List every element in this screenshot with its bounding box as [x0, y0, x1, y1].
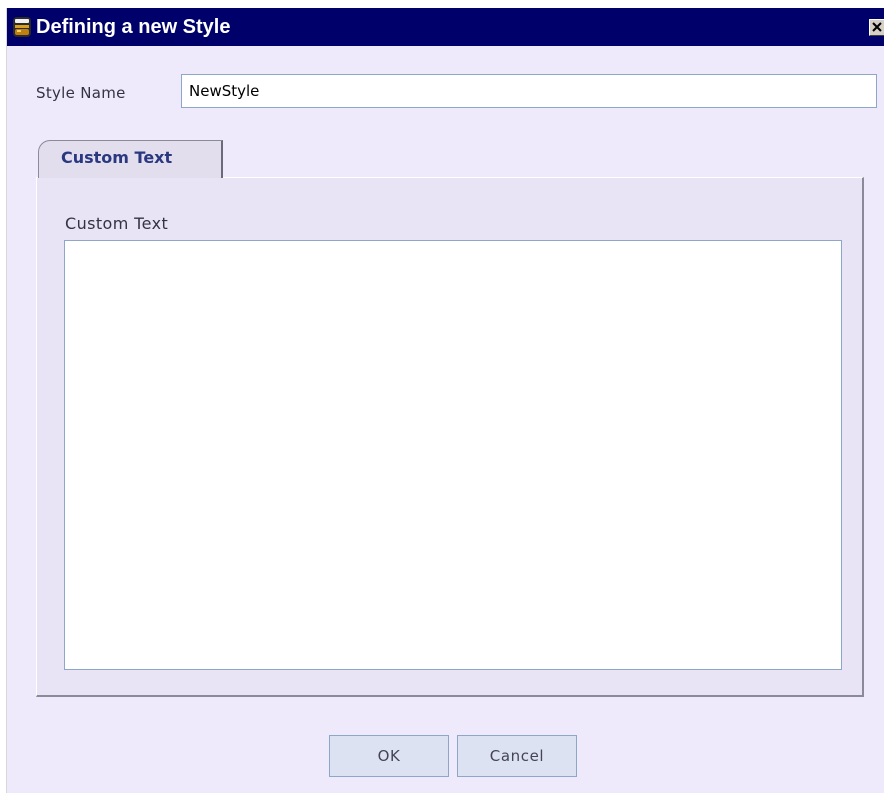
ok-button[interactable]: OK — [329, 735, 449, 777]
title-bar[interactable]: Defining a new Style — [7, 8, 884, 46]
custom-text-panel: Custom Text — [36, 177, 864, 697]
close-button[interactable] — [869, 19, 884, 36]
window-title: Defining a new Style — [36, 16, 231, 38]
custom-text-label: Custom Text — [65, 214, 169, 233]
close-icon — [872, 22, 882, 32]
tab-custom-text[interactable]: Custom Text — [38, 140, 223, 178]
app-jar-icon — [12, 16, 32, 38]
style-dialog: Defining a new Style Style Name Custom T… — [6, 8, 884, 793]
style-name-input[interactable] — [181, 74, 877, 108]
custom-text-area[interactable] — [64, 240, 842, 670]
style-name-label: Style Name — [36, 84, 126, 102]
cancel-button[interactable]: Cancel — [457, 735, 577, 777]
